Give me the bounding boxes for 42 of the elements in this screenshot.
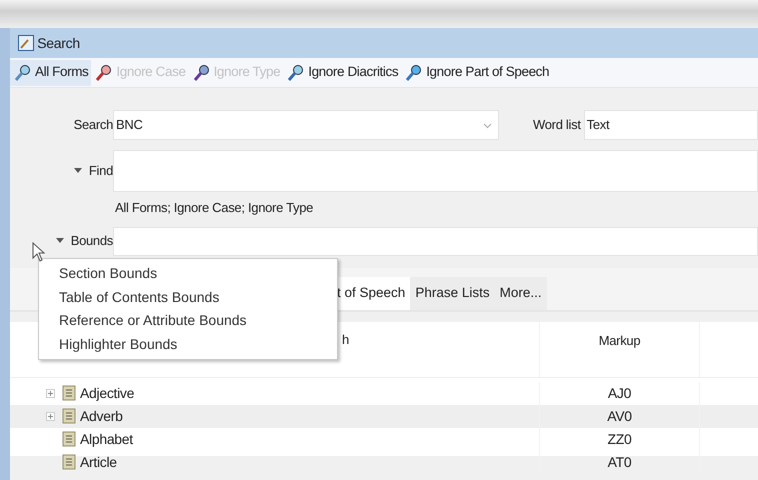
tree-item-label: Alphabet: [80, 430, 133, 449]
table-row[interactable]: Article AT0: [10, 450, 758, 474]
tab[interactable]: More...: [494, 277, 547, 310]
column-header: Markup: [598, 332, 640, 348]
dropdown-field[interactable]: Text: [584, 110, 758, 140]
table-cell: AJ0: [608, 384, 632, 400]
field-label: Search: [72, 116, 113, 134]
collapse-arrow-icon[interactable]: [56, 237, 64, 245]
document-icon: [62, 385, 76, 401]
input-field[interactable]: [113, 150, 758, 192]
field-label: Word list: [533, 116, 581, 134]
table-row[interactable]: Adverb AV0: [10, 404, 758, 428]
document-icon: [62, 454, 76, 470]
chevron-down-icon: [482, 122, 492, 129]
table-cell: AV0: [607, 408, 632, 424]
document-icon: [62, 431, 76, 447]
tree-item-label: Adverb: [80, 406, 123, 426]
toolbar-button[interactable]: Ignore Diacritics: [283, 60, 402, 86]
hint-text: All Forms; Ignore Case; Ignore Type: [115, 199, 314, 217]
input-field[interactable]: [113, 226, 758, 256]
dropdown-field[interactable]: BNC: [113, 110, 499, 140]
expand-icon[interactable]: [46, 389, 55, 398]
search-icon: [192, 64, 212, 82]
table-cell: ZZ0: [608, 430, 632, 446]
window-title: Search: [37, 34, 80, 52]
tree-item-label: Article: [80, 452, 117, 472]
document-icon: [62, 408, 76, 424]
section-label: Find: [88, 162, 113, 180]
search-icon: [13, 64, 33, 82]
expand-icon[interactable]: [46, 412, 55, 422]
column-header: h: [342, 330, 349, 348]
tab[interactable]: Phrase Lists: [410, 277, 495, 310]
collapse-arrow-icon[interactable]: [74, 167, 82, 175]
window-icon: [18, 35, 34, 51]
table-row[interactable]: Alphabet ZZ0: [10, 428, 758, 450]
table-cell: AT0: [608, 454, 632, 470]
menu-item[interactable]: Reference or Attribute Bounds: [39, 309, 337, 332]
section-label: Bounds: [70, 232, 113, 250]
menu-item[interactable]: Highlighter Bounds: [39, 332, 337, 356]
toolbar-button[interactable]: Ignore Part of Speech: [401, 60, 552, 86]
tree-item-label: Adjective: [80, 384, 134, 403]
toolbar-button[interactable]: All Forms: [10, 60, 92, 86]
